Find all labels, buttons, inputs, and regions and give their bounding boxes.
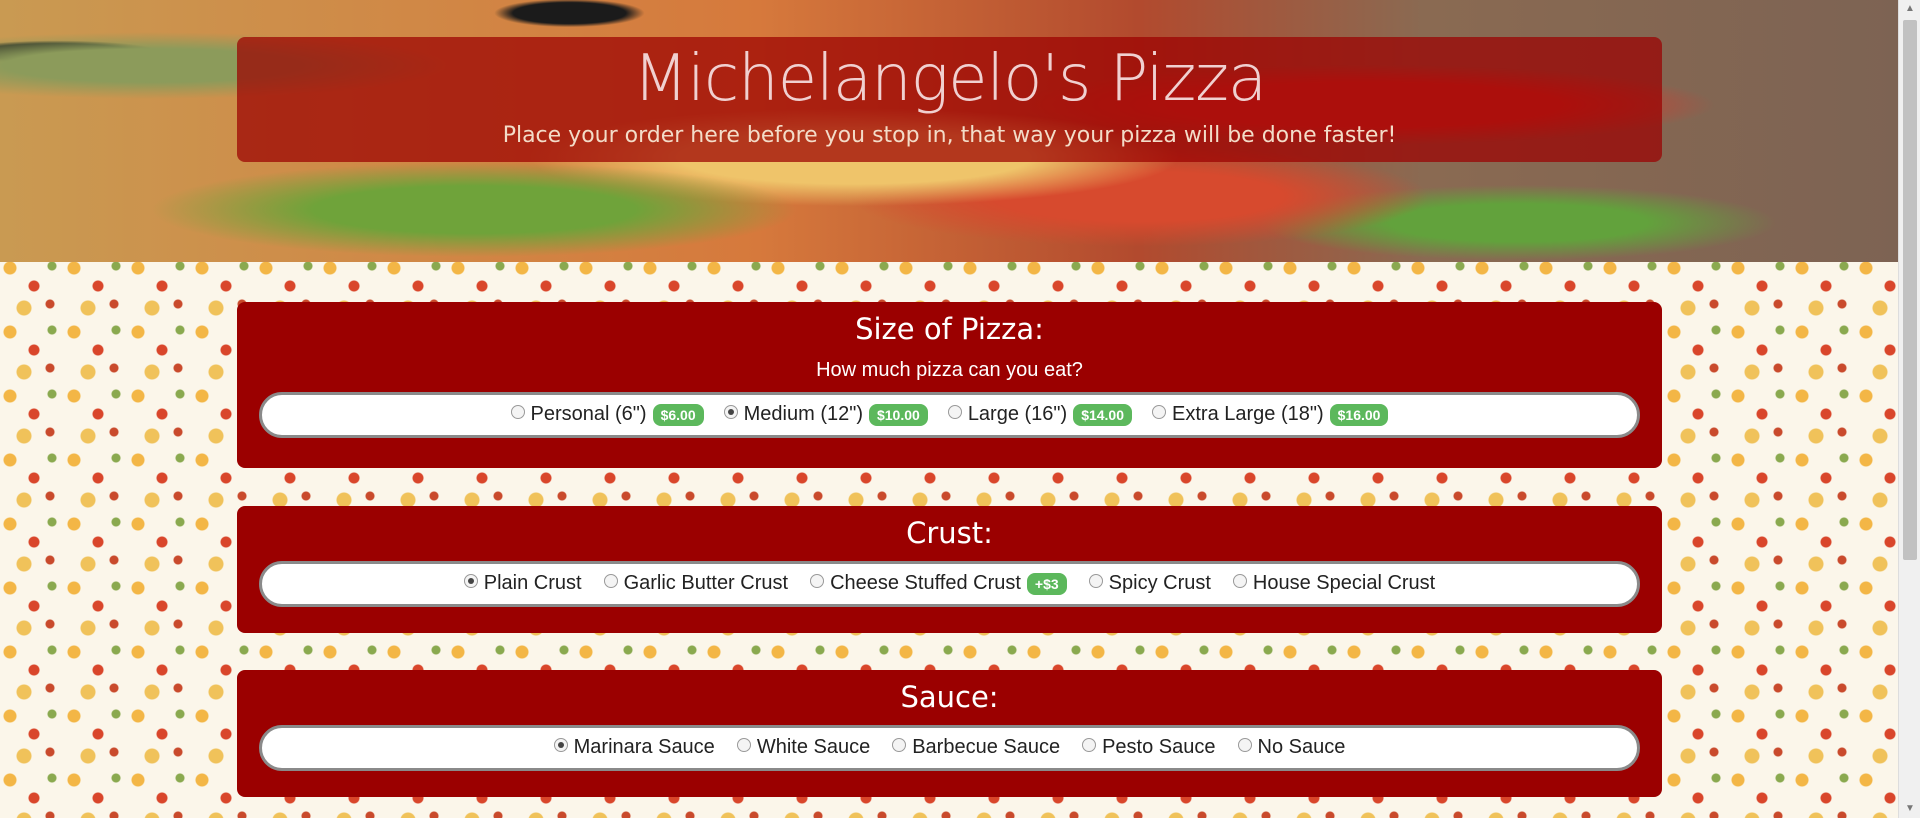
crust-option-cheese-stuffed[interactable]: Cheese Stuffed Crust +$3: [810, 572, 1067, 595]
page-subtitle: Place your order here before you stop in…: [502, 123, 1397, 148]
size-option-personal[interactable]: Personal (6") $6.00: [510, 403, 704, 426]
size-title: Size of Pizza:: [855, 312, 1044, 346]
price-badge: $10.00: [868, 403, 928, 426]
hero-overlay: Michelangelo's Pizza Place your order he…: [237, 37, 1662, 162]
size-question: How much pizza can you eat?: [816, 358, 1083, 381]
crust-title: Crust:: [906, 516, 993, 550]
radio-icon[interactable]: [1088, 573, 1103, 588]
radio-icon[interactable]: [947, 404, 962, 419]
crust-option-house-special[interactable]: House Special Crust: [1232, 572, 1436, 595]
crust-option-label: Spicy Crust: [1108, 572, 1211, 595]
scroll-up-icon[interactable]: ▲: [1899, 0, 1920, 18]
sauce-option-label: Marinara Sauce: [573, 736, 715, 759]
size-option-extra-large[interactable]: Extra Large (18") $16.00: [1152, 403, 1389, 426]
size-option-label: Personal (6"): [530, 403, 647, 426]
scroll-thumb[interactable]: [1903, 20, 1917, 560]
page-title: Michelangelo's Pizza: [632, 42, 1267, 116]
sauce-option-label: No Sauce: [1257, 736, 1346, 759]
sauce-option-label: Pesto Sauce: [1102, 736, 1216, 759]
radio-icon[interactable]: [1237, 737, 1252, 752]
scroll-down-icon[interactable]: ▼: [1899, 800, 1920, 818]
radio-icon[interactable]: [892, 737, 907, 752]
sauce-option-label: White Sauce: [756, 736, 871, 759]
vertical-scrollbar[interactable]: ▲ ▼: [1898, 0, 1920, 818]
price-badge: $16.00: [1329, 403, 1389, 426]
hero-banner: Michelangelo's Pizza Place your order he…: [0, 0, 1898, 262]
crust-option-label: House Special Crust: [1252, 572, 1436, 595]
radio-icon[interactable]: [736, 737, 751, 752]
price-badge: $6.00: [652, 403, 704, 426]
size-options: Personal (6") $6.00 Medium (12") $10.00 …: [259, 391, 1640, 438]
sauce-option-pesto[interactable]: Pesto Sauce: [1082, 736, 1216, 759]
price-badge: $14.00: [1073, 403, 1133, 426]
radio-icon[interactable]: [603, 573, 618, 588]
sauce-panel: Sauce: Marinara Sauce White Sauce Barbec…: [237, 670, 1662, 797]
crust-option-garlic-butter[interactable]: Garlic Butter Crust: [603, 572, 789, 595]
size-option-label: Large (16"): [967, 403, 1068, 426]
sauce-option-barbecue[interactable]: Barbecue Sauce: [892, 736, 1060, 759]
sauce-option-label: Barbecue Sauce: [912, 736, 1061, 759]
price-badge: +$3: [1026, 572, 1067, 595]
size-option-medium[interactable]: Medium (12") $10.00: [723, 403, 928, 426]
radio-icon[interactable]: [1232, 573, 1247, 588]
sauce-option-marinara[interactable]: Marinara Sauce: [553, 736, 715, 759]
crust-options: Plain Crust Garlic Butter Crust Cheese S…: [259, 560, 1640, 607]
crust-panel: Crust: Plain Crust Garlic Butter Crust C…: [237, 506, 1662, 633]
crust-option-spicy[interactable]: Spicy Crust: [1088, 572, 1211, 595]
radio-icon[interactable]: [1082, 737, 1097, 752]
radio-icon[interactable]: [1152, 404, 1167, 419]
radio-icon[interactable]: [510, 404, 525, 419]
crust-option-label: Plain Crust: [483, 572, 582, 595]
size-panel: Size of Pizza: How much pizza can you ea…: [237, 302, 1662, 468]
size-option-label: Extra Large (18"): [1172, 403, 1324, 426]
size-option-large[interactable]: Large (16") $14.00: [947, 403, 1133, 426]
crust-option-label: Garlic Butter Crust: [623, 572, 789, 595]
radio-icon[interactable]: [553, 737, 568, 752]
sauce-title: Sauce:: [900, 680, 999, 714]
crust-option-label: Cheese Stuffed Crust: [830, 572, 1021, 595]
sauce-options: Marinara Sauce White Sauce Barbecue Sauc…: [259, 724, 1640, 771]
sauce-option-white[interactable]: White Sauce: [736, 736, 871, 759]
radio-icon[interactable]: [463, 573, 478, 588]
radio-icon[interactable]: [810, 573, 825, 588]
crust-option-plain[interactable]: Plain Crust: [463, 572, 582, 595]
radio-icon[interactable]: [723, 404, 738, 419]
sauce-option-none[interactable]: No Sauce: [1237, 736, 1346, 759]
size-option-label: Medium (12"): [743, 403, 863, 426]
